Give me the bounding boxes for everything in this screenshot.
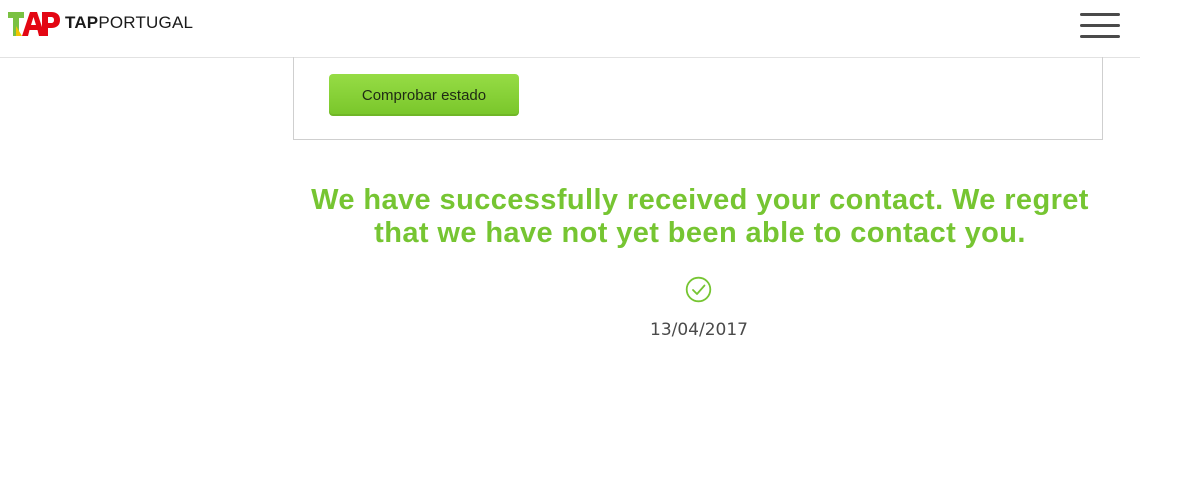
check-circle-icon <box>685 276 712 303</box>
confirmation-message: We have successfully received your conta… <box>311 184 1089 249</box>
site-header: TAPPORTUGAL <box>0 0 1140 58</box>
tap-portugal-logo[interactable]: TAPPORTUGAL <box>8 9 193 37</box>
check-status-button[interactable]: Comprobar estado <box>329 74 519 116</box>
hamburger-menu-icon-bar <box>1080 13 1120 16</box>
hamburger-menu-icon-bar <box>1080 35 1120 38</box>
hamburger-menu-button[interactable] <box>1078 11 1122 41</box>
hamburger-menu-icon-bar <box>1080 24 1120 27</box>
brand-name: TAPPORTUGAL <box>65 13 193 33</box>
confirmation-date: 13/04/2017 <box>650 320 748 340</box>
tap-logo-icon <box>8 12 60 36</box>
brand-name-bold: TAP <box>65 13 99 32</box>
brand-name-rest: PORTUGAL <box>98 13 194 32</box>
page: TAPPORTUGAL Comprobar estado We have suc… <box>0 0 1200 499</box>
